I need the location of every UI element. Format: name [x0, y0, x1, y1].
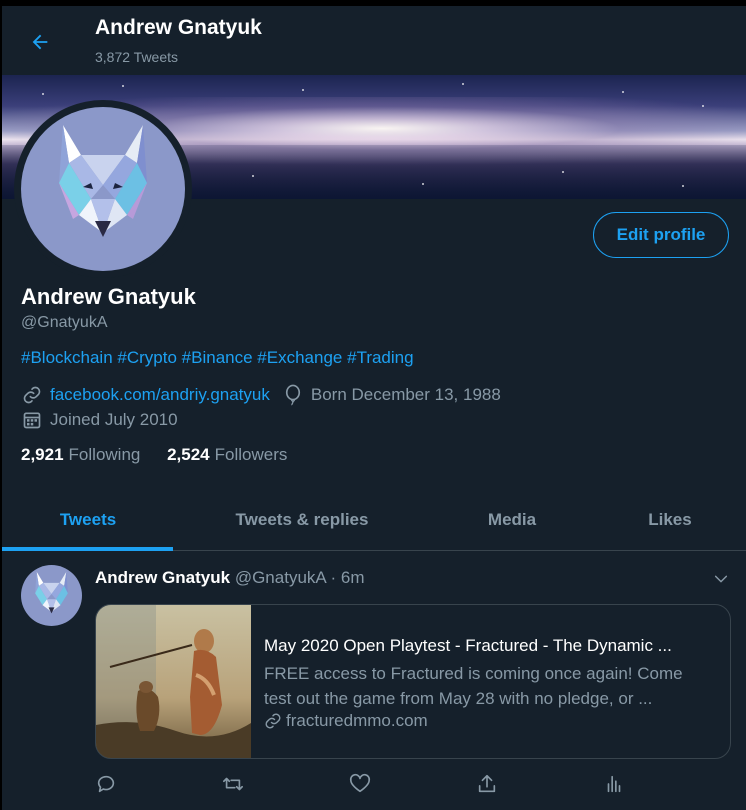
balloon-icon: [282, 384, 304, 406]
active-tab-indicator: [2, 547, 173, 551]
hashtag-trading[interactable]: #Trading: [347, 348, 413, 367]
following-link[interactable]: 2,921 Following: [21, 445, 140, 464]
follow-stats: 2,921 Following 2,524 Followers: [21, 445, 287, 465]
chevron-down-icon: [714, 575, 728, 583]
profile-joined-row: Joined July 2010: [21, 409, 178, 431]
followers-count: 2,524: [167, 445, 210, 464]
header-title: Andrew Gnatyuk: [95, 16, 262, 39]
wolf-logo-icon: [35, 571, 68, 614]
reply-button[interactable]: [94, 772, 118, 796]
followers-link[interactable]: 2,524 Followers: [167, 445, 287, 464]
tweet-author[interactable]: Andrew Gnatyuk: [95, 568, 230, 587]
wolf-logo-icon: [59, 125, 147, 237]
profile-avatar[interactable]: [21, 107, 185, 271]
link-card[interactable]: May 2020 Open Playtest - Fractured - The…: [95, 604, 731, 759]
profile-handle: @GnatyukA: [21, 314, 108, 331]
birthday-text: Born December 13, 1988: [310, 385, 501, 404]
calendar-icon: [21, 409, 43, 431]
card-desc-line-1: FREE access to Fractured is coming once …: [264, 664, 683, 683]
tweet-menu-button[interactable]: [708, 566, 734, 592]
edit-profile-button[interactable]: Edit profile: [593, 212, 729, 258]
card-title: May 2020 Open Playtest - Fractured - The…: [264, 636, 672, 655]
window-left-edge: [0, 0, 2, 810]
following-label: Following: [68, 445, 141, 464]
hashtag-blockchain[interactable]: #Blockchain: [21, 348, 113, 367]
joined-text: Joined July 2010: [50, 410, 178, 429]
profile-name: Andrew Gnatyuk: [21, 284, 196, 309]
like-icon: [349, 773, 371, 793]
website-link[interactable]: facebook.com/andriy.gnatyuk: [50, 385, 270, 405]
tab-tweets-replies[interactable]: Tweets & replies: [174, 490, 430, 550]
hashtag-binance[interactable]: #Binance: [182, 348, 253, 367]
like-button[interactable]: [348, 772, 372, 796]
window-top-edge: [0, 0, 746, 6]
card-description: FREE access to Fractured is coming once …: [264, 661, 714, 711]
card-desc-line-2: test out the game from May 28 with no pl…: [264, 689, 653, 708]
reply-icon: [97, 775, 115, 793]
back-button[interactable]: [22, 24, 58, 60]
retweet-button[interactable]: [221, 772, 245, 796]
profile-bio: #Blockchain #Crypto #Binance #Exchange #…: [21, 348, 414, 368]
tab-likes[interactable]: Likes: [594, 490, 746, 550]
card-domain: fracturedmmo.com: [264, 711, 428, 731]
followers-label: Followers: [214, 445, 288, 464]
tweet-avatar[interactable]: [21, 565, 82, 626]
tweet-header: Andrew Gnatyuk @GnatyukA · 6m: [95, 568, 365, 588]
analytics-button[interactable]: [602, 772, 626, 796]
following-count: 2,921: [21, 445, 64, 464]
hashtag-crypto[interactable]: #Crypto: [117, 348, 177, 367]
tab-tweets[interactable]: Tweets: [2, 490, 174, 550]
share-icon: [478, 774, 496, 793]
profile-page: Andrew Gnatyuk 3,872 Tweets Edit profile…: [0, 0, 746, 810]
share-button[interactable]: [475, 772, 499, 796]
card-thumbnail: [96, 605, 251, 758]
profile-tabs: Tweets Tweets & replies Media Likes: [2, 490, 746, 551]
link-icon: [265, 713, 281, 729]
card-domain-text: fracturedmmo.com: [286, 711, 428, 730]
tweet-meta: @GnatyukA · 6m: [234, 568, 365, 587]
tab-media[interactable]: Media: [430, 490, 594, 550]
arrow-left-icon: [32, 34, 48, 50]
profile-meta-row: facebook.com/andriy.gnatyuk Born Decembe…: [21, 384, 501, 406]
retweet-icon: [223, 777, 243, 791]
hashtag-exchange[interactable]: #Exchange: [257, 348, 342, 367]
header-tweet-count: 3,872 Tweets: [95, 49, 179, 65]
link-icon: [21, 384, 43, 406]
analytics-icon: [607, 775, 621, 793]
